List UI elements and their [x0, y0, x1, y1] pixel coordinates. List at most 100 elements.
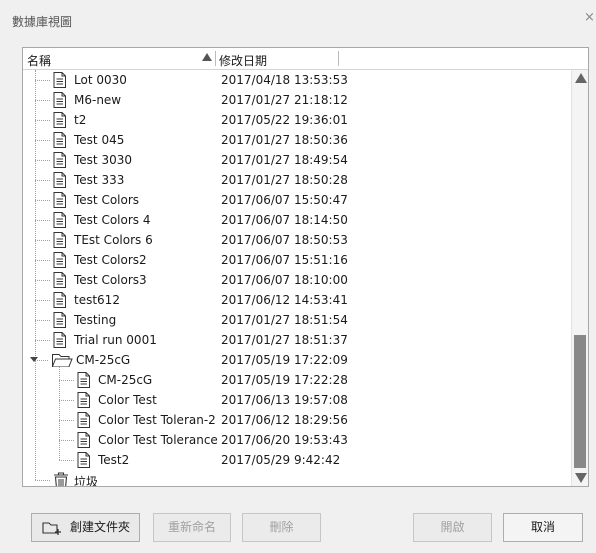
column-separator[interactable] — [338, 51, 339, 66]
tree-folder-row[interactable]: CM-25cG 2017/05/19 17:22:09 — [23, 350, 571, 370]
document-icon — [51, 171, 69, 189]
tree-file-row[interactable]: Lot 0030 2017/04/18 13:53:53 — [23, 70, 571, 90]
item-date: 2017/06/07 18:50:53 — [221, 233, 348, 247]
tree-file-row[interactable]: Test2 2017/05/29 9:42:42 — [23, 450, 571, 470]
tree-file-row[interactable]: Color Test Toleran-2 2017/06/12 18:29:56 — [23, 410, 571, 430]
document-icon — [75, 451, 93, 469]
create-folder-label: 創建文件夾 — [70, 520, 131, 534]
item-name: Test 333 — [74, 173, 125, 187]
item-date: 2017/06/20 19:53:43 — [221, 433, 348, 447]
tree-file-row[interactable]: Color Test Tolerance 2017/06/20 19:53:43 — [23, 430, 571, 450]
tree-line — [35, 260, 50, 261]
tree-file-row[interactable]: Test 045 2017/01/27 18:50:36 — [23, 130, 571, 150]
sort-ascending-icon[interactable] — [202, 53, 212, 61]
tree-line — [35, 220, 50, 221]
scroll-up-icon[interactable] — [575, 73, 587, 83]
item-name: test612 — [74, 293, 120, 307]
trash-icon — [51, 471, 71, 486]
item-date: 2017/06/07 15:51:16 — [221, 253, 348, 267]
tree-file-row[interactable]: Test 3030 2017/01/27 18:49:54 — [23, 150, 571, 170]
tree-file-row[interactable]: Test Colors 2017/06/07 15:50:47 — [23, 190, 571, 210]
item-name: Test Colors2 — [74, 253, 147, 267]
item-name: Test 3030 — [74, 153, 132, 167]
open-button[interactable]: 開啟 — [413, 513, 492, 542]
item-date: 2017/05/29 9:42:42 — [221, 453, 341, 467]
item-name: t2 — [74, 113, 87, 127]
item-name: Color Test Tolerance — [98, 433, 218, 447]
item-name: CM-25cG — [76, 353, 131, 367]
tree-file-row[interactable]: Trial run 0001 2017/01/27 18:51:37 — [23, 330, 571, 350]
document-icon — [51, 111, 69, 129]
delete-button[interactable]: 刪除 — [242, 513, 321, 542]
tree-line — [59, 420, 74, 421]
item-name: 垃圾 — [74, 475, 99, 486]
item-date: 2017/04/18 13:53:53 — [221, 73, 348, 87]
item-name: Test Colors 4 — [74, 213, 151, 227]
item-date: 2017/06/07 18:10:00 — [221, 273, 348, 287]
item-date: 2017/01/27 18:51:54 — [221, 313, 348, 327]
database-tree-view: 名稱 修改日期 Lot 0030 2017/04/18 13:53:53 M6-ne… — [22, 47, 589, 487]
document-icon — [75, 391, 93, 409]
tree-line — [35, 200, 50, 201]
tree-file-row[interactable]: t2 2017/05/22 19:36:01 — [23, 110, 571, 130]
tree-line — [59, 440, 74, 441]
scrollbar-thumb[interactable] — [574, 335, 586, 468]
document-icon — [51, 211, 69, 229]
column-header: 名稱 修改日期 — [23, 48, 588, 70]
tree-line — [35, 160, 50, 161]
item-date: 2017/01/27 21:18:12 — [221, 93, 348, 107]
tree-file-row[interactable]: Test 333 2017/01/27 18:50:28 — [23, 170, 571, 190]
tree-file-row[interactable]: Test Colors2 2017/06/07 15:51:16 — [23, 250, 571, 270]
folder-icon — [51, 351, 73, 369]
tree-line — [59, 380, 74, 381]
cancel-button[interactable]: 取消 — [503, 513, 583, 542]
tree-file-row[interactable]: Testing 2017/01/27 18:51:54 — [23, 310, 571, 330]
vertical-scrollbar[interactable] — [571, 70, 588, 486]
tree-file-row[interactable]: M6-new 2017/01/27 21:18:12 — [23, 90, 571, 110]
tree-file-row[interactable]: TEst Colors 6 2017/06/07 18:50:53 — [23, 230, 571, 250]
item-date: 2017/05/19 17:22:09 — [221, 353, 348, 367]
tree-file-row[interactable]: CM-25cG 2017/05/19 17:22:28 — [23, 370, 571, 390]
tree-line — [35, 140, 50, 141]
item-name: TEst Colors 6 — [74, 233, 153, 247]
item-name: Trial run 0001 — [74, 333, 157, 347]
tree-line — [59, 460, 74, 461]
column-separator[interactable] — [215, 51, 216, 66]
document-icon — [51, 231, 69, 249]
document-icon — [75, 431, 93, 449]
document-icon — [51, 331, 69, 349]
item-date: 2017/06/12 18:29:56 — [221, 413, 348, 427]
tree-file-row[interactable]: test612 2017/06/12 14:53:41 — [23, 290, 571, 310]
column-header-date[interactable]: 修改日期 — [219, 52, 267, 69]
tree-file-row[interactable]: Test Colors 4 2017/06/07 18:14:50 — [23, 210, 571, 230]
document-icon — [51, 91, 69, 109]
tree-line — [35, 280, 50, 281]
column-header-name[interactable]: 名稱 — [27, 52, 51, 69]
item-date: 2017/01/27 18:50:36 — [221, 133, 348, 147]
document-icon — [51, 131, 69, 149]
rename-button[interactable]: 重新命名 — [153, 513, 231, 542]
document-icon — [51, 311, 69, 329]
triangle-down-icon[interactable] — [30, 357, 38, 362]
tree-line — [35, 480, 50, 481]
item-name: Test2 — [98, 453, 130, 467]
item-name: Lot 0030 — [74, 73, 127, 87]
item-date: 2017/06/13 19:57:08 — [221, 393, 348, 407]
tree-line — [35, 300, 50, 301]
close-icon[interactable]: × — [584, 11, 595, 25]
scroll-down-icon[interactable] — [575, 473, 587, 483]
document-icon — [75, 371, 93, 389]
document-icon — [51, 151, 69, 169]
item-date: 2017/01/27 18:50:28 — [221, 173, 348, 187]
item-date: 2017/05/22 19:36:01 — [221, 113, 348, 127]
tree-file-row[interactable]: Test Colors3 2017/06/07 18:10:00 — [23, 270, 571, 290]
tree-line — [35, 340, 50, 341]
item-date: 2017/06/07 15:50:47 — [221, 193, 348, 207]
create-folder-button[interactable]: 創建文件夾 — [31, 513, 140, 542]
tree-trash-row[interactable]: 垃圾 — [23, 470, 571, 486]
tree-file-row[interactable]: Color Test 2017/06/13 19:57:08 — [23, 390, 571, 410]
title-bar: 數據庫視圖 × — [0, 0, 596, 40]
tree-line — [35, 120, 50, 121]
tree-line — [35, 240, 50, 241]
window-title: 數據庫視圖 — [12, 15, 73, 29]
